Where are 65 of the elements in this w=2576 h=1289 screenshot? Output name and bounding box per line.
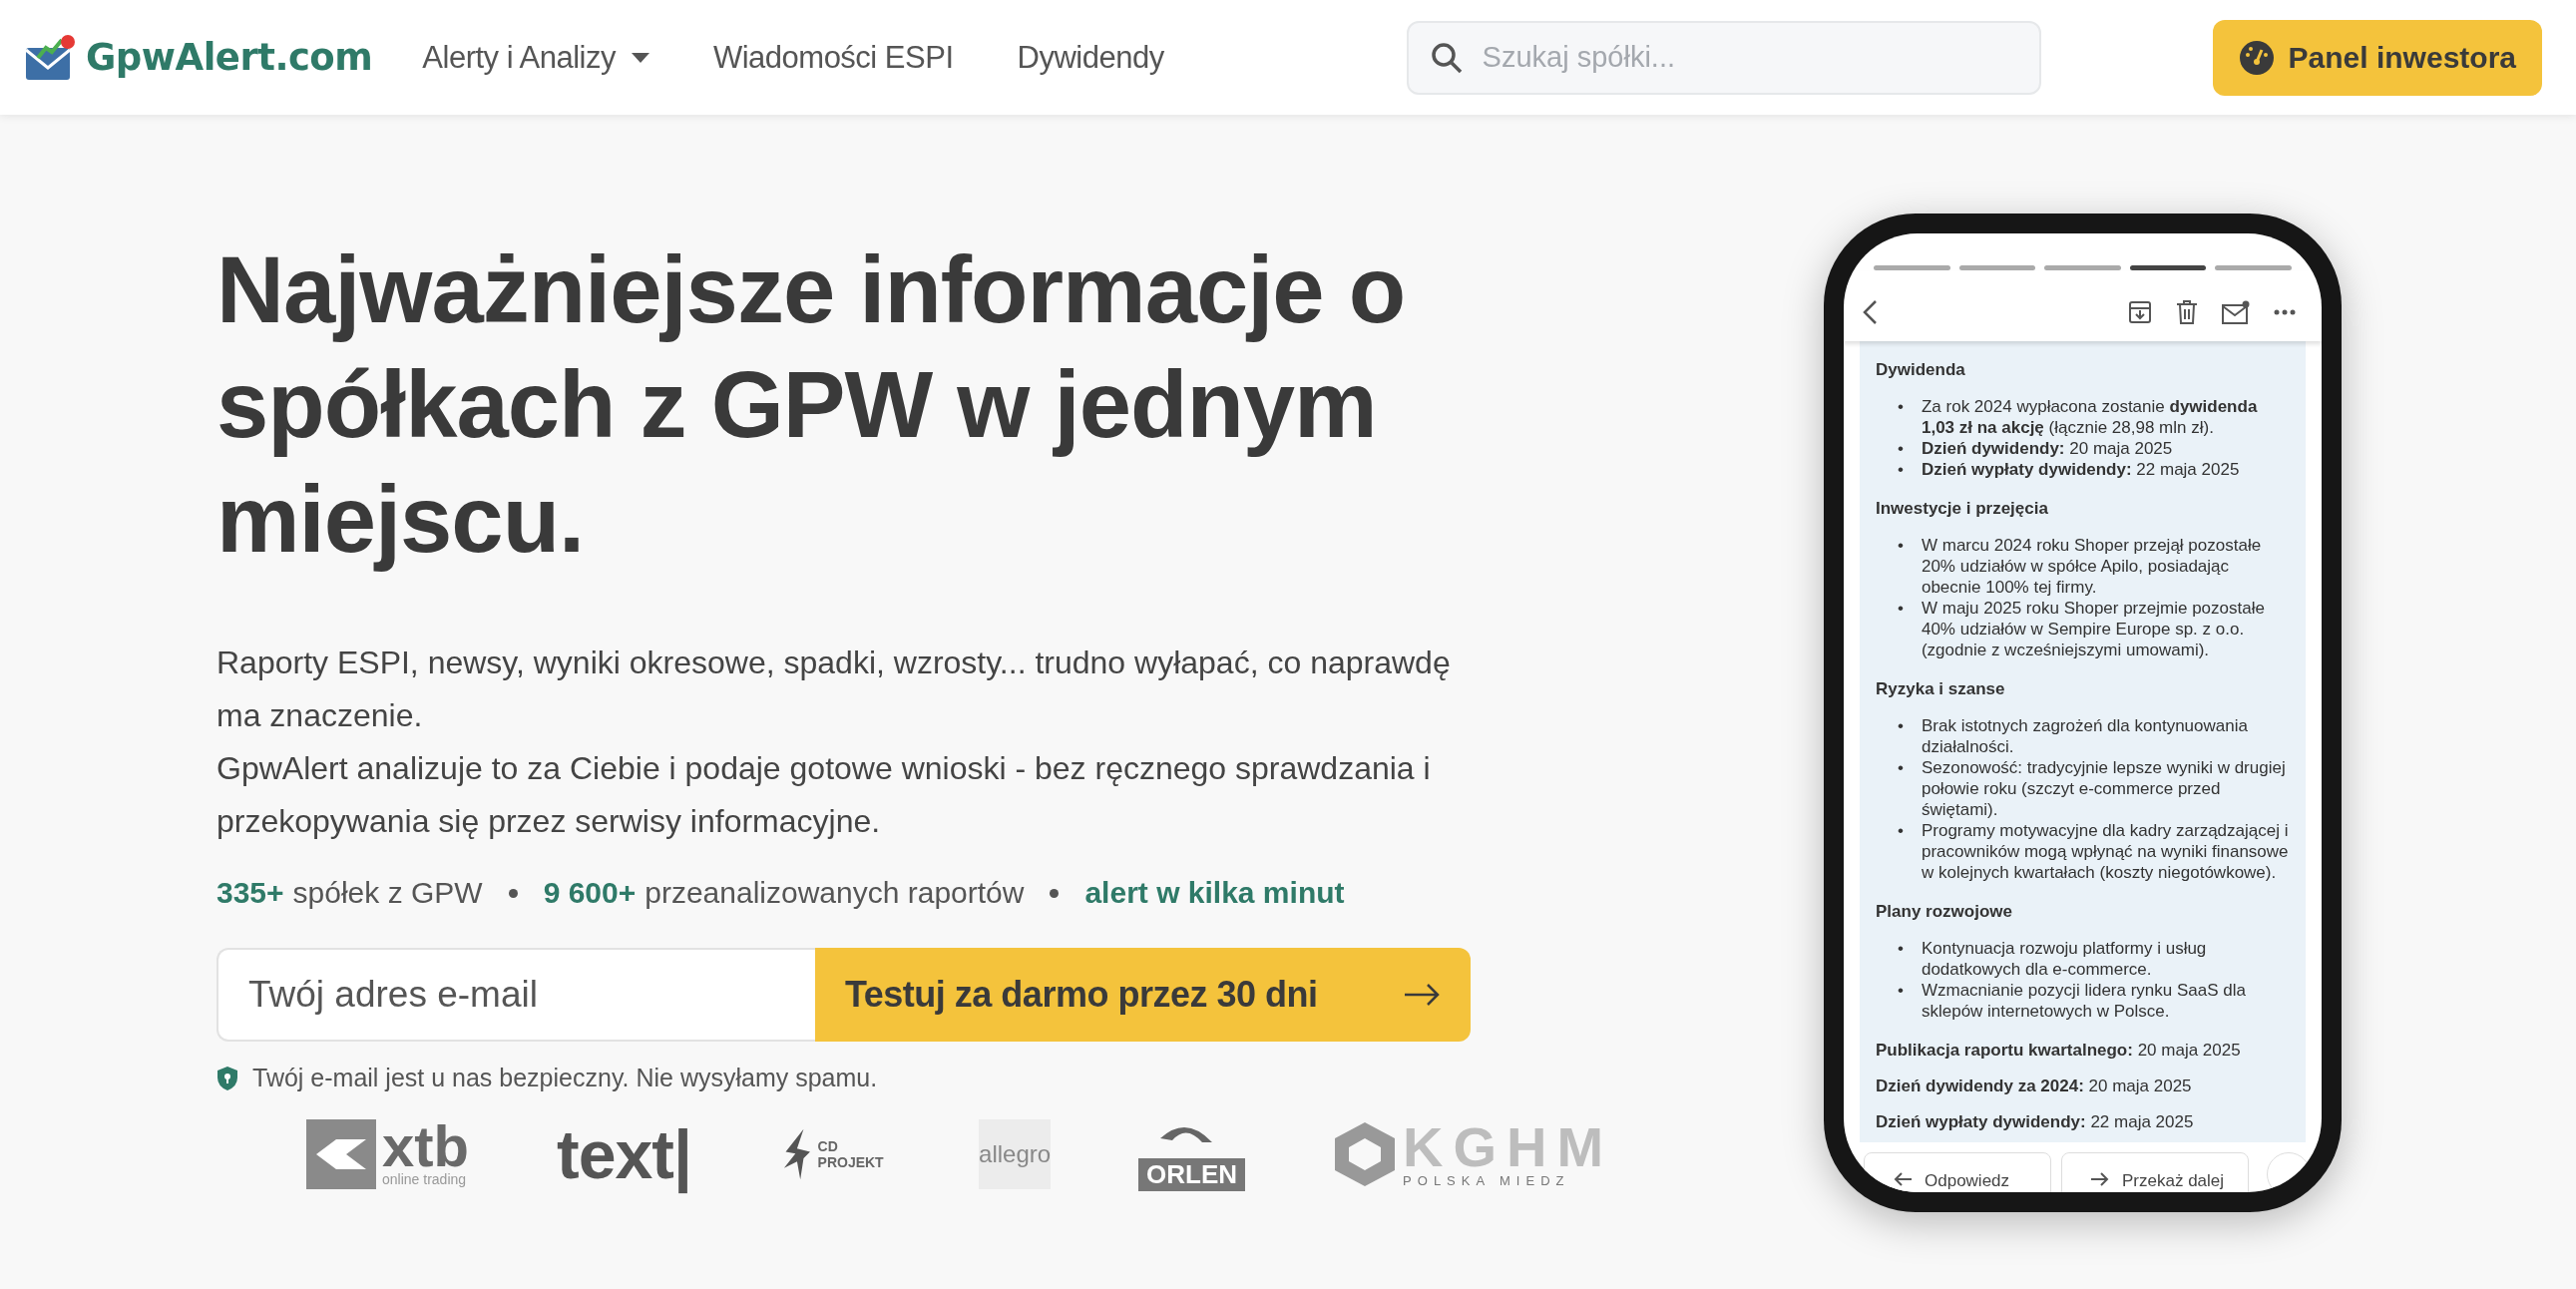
list-item: Kontynuacja rozwoju platformy i usług dodatkowych dla e-commerce.	[1921, 938, 2208, 980]
stat-label: przeanalizowanych raportów	[644, 876, 1025, 910]
section-heading: Plany rozwojowe	[1876, 901, 2013, 922]
allegro-logo: allegro	[979, 1119, 1052, 1189]
archive-icon[interactable]	[2128, 300, 2152, 324]
forward-button[interactable]: Przekaż dalej	[2061, 1152, 2249, 1192]
arrow-right-icon	[2090, 1171, 2110, 1187]
brand-name[interactable]: GpwAlert.com	[86, 36, 373, 79]
bullet: •	[1898, 715, 1904, 737]
reply-button[interactable]: Odpowiedz	[1864, 1152, 2051, 1192]
hero-paragraph: Raporty ESPI, newsy, wyniki okresowe, spadki, wzrosty... trudno wyłapać, co naprawdę ma znaczenie.	[216, 644, 1452, 735]
list-item: Za rok 2024 wypłacona zostanie dywidenda 1,03 zł na akcję (łącznie 28,98 mln zł).	[1921, 396, 2259, 438]
kghm-logo: KGHM POLSKA MIEDZ	[1333, 1118, 1614, 1190]
hero-paragraph: GpwAlert analizuje to za Ciebie i podaje gotowe wnioski - bez ręcznego sprawdzania i przekopywania się przez serwisy informacyjne.	[216, 749, 1432, 841]
list-item: Programy motywacyjne dla kadry zarządzającej i pracowników mogą wpłynąć na wyniki finansowe w kolejnych kwartałach (koszty niegotówkowe).	[1921, 820, 2290, 883]
section-heading: Dywidenda	[1876, 359, 1966, 380]
list-item: W maju 2025 roku Shoper przejmie pozostałe 40% udziałów w Sempire Europe sp. z o.o. (zgodnie z wcześniejszymi umowami).	[1921, 598, 2266, 660]
bullet: •	[1898, 820, 1904, 842]
arrow-right-icon	[1403, 983, 1441, 1007]
list-item: Dzień dywidendy: 20 maja 2025	[1921, 438, 2173, 459]
separator-dot	[1050, 888, 1060, 898]
bullet: •	[1898, 938, 1904, 960]
privacy-note: Twój e-mail jest u nas bezpieczny. Nie wysyłamy spamu.	[252, 1064, 878, 1092]
bullet: •	[1898, 980, 1904, 1002]
section-heading: Ryzyka i szanse	[1876, 678, 2006, 699]
separator-dot	[508, 888, 518, 898]
list-item: Sezonowość: tradycyjnie lepsze wyniki w drugiej połowie roku (szczyt e-commerce przed świętami).	[1921, 757, 2287, 820]
email-field[interactable]: Twój adres e-mail	[216, 948, 815, 1042]
nav-link[interactable]: Wiadomości ESPI	[712, 39, 954, 76]
summary-line: Publikacja raportu kwartalnego: 20 maja 2025	[1876, 1040, 2242, 1061]
summary-line: Dzień dywidendy za 2024: 20 maja 2025	[1876, 1075, 2193, 1096]
bullet: •	[1898, 459, 1904, 480]
bullet: •	[1898, 757, 1904, 779]
xtb-logo: xtb online trading	[306, 1118, 469, 1190]
nav-link[interactable]: Alerty i Analizy	[422, 39, 649, 76]
bullet: •	[1898, 535, 1904, 557]
bullet: •	[1898, 396, 1904, 418]
orlen-logo: ORLEN	[1138, 1118, 1246, 1190]
mail-icon[interactable]	[2222, 300, 2250, 324]
list-item: Brak istotnych zagrożeń dla kontynuowania działalności.	[1921, 715, 2249, 757]
arrow-left-icon	[1893, 1171, 1913, 1187]
stat-value: 335+	[216, 876, 284, 910]
gauge-icon	[2238, 39, 2275, 76]
free-trial-button[interactable]: Testuj za darmo przez 30 dni	[815, 948, 1471, 1042]
section-heading: Inwestycje i przejęcia	[1876, 498, 2049, 519]
bullet: •	[1898, 598, 1904, 620]
bullet: •	[1898, 438, 1904, 459]
list-item: W marcu 2024 roku Shoper przejął pozostałe 20% udziałów w spółce Apilo, posiadając obecnie 100% tej firmy.	[1921, 535, 2263, 598]
search-icon	[1430, 41, 1463, 74]
envelope-chart-logo-icon	[24, 33, 76, 82]
list-item: Dzień wypłaty dywidendy: 22 maja 2025	[1921, 459, 2240, 480]
panel-button[interactable]: Panel inwestora	[2212, 19, 2542, 96]
stat-value: alert w kilka minut	[1084, 876, 1345, 910]
back-icon[interactable]	[1862, 299, 1878, 325]
trash-icon[interactable]	[2176, 300, 2198, 324]
more-icon[interactable]	[2274, 309, 2296, 315]
search-field[interactable]: Szukaj spółki...	[1406, 20, 2041, 95]
hero-title: Najważniejsze informacje o spółkach z GPW w jednym miejscu.	[216, 236, 1407, 574]
stat-value: 9 600+	[543, 876, 637, 910]
list-item: Wzmacnianie pozycji lidera rynku SaaS dla sklepów internetowych w Polsce.	[1921, 980, 2247, 1022]
nav-link[interactable]: Dywidendy	[1017, 39, 1164, 76]
cd-projekt-logo: CD PROJEKT	[778, 1118, 892, 1190]
shield-icon	[216, 1065, 238, 1091]
summary-line: Dzień wypłaty dywidendy: 22 maja 2025	[1876, 1111, 2195, 1132]
stat-label: spółek z GPW	[292, 876, 483, 910]
